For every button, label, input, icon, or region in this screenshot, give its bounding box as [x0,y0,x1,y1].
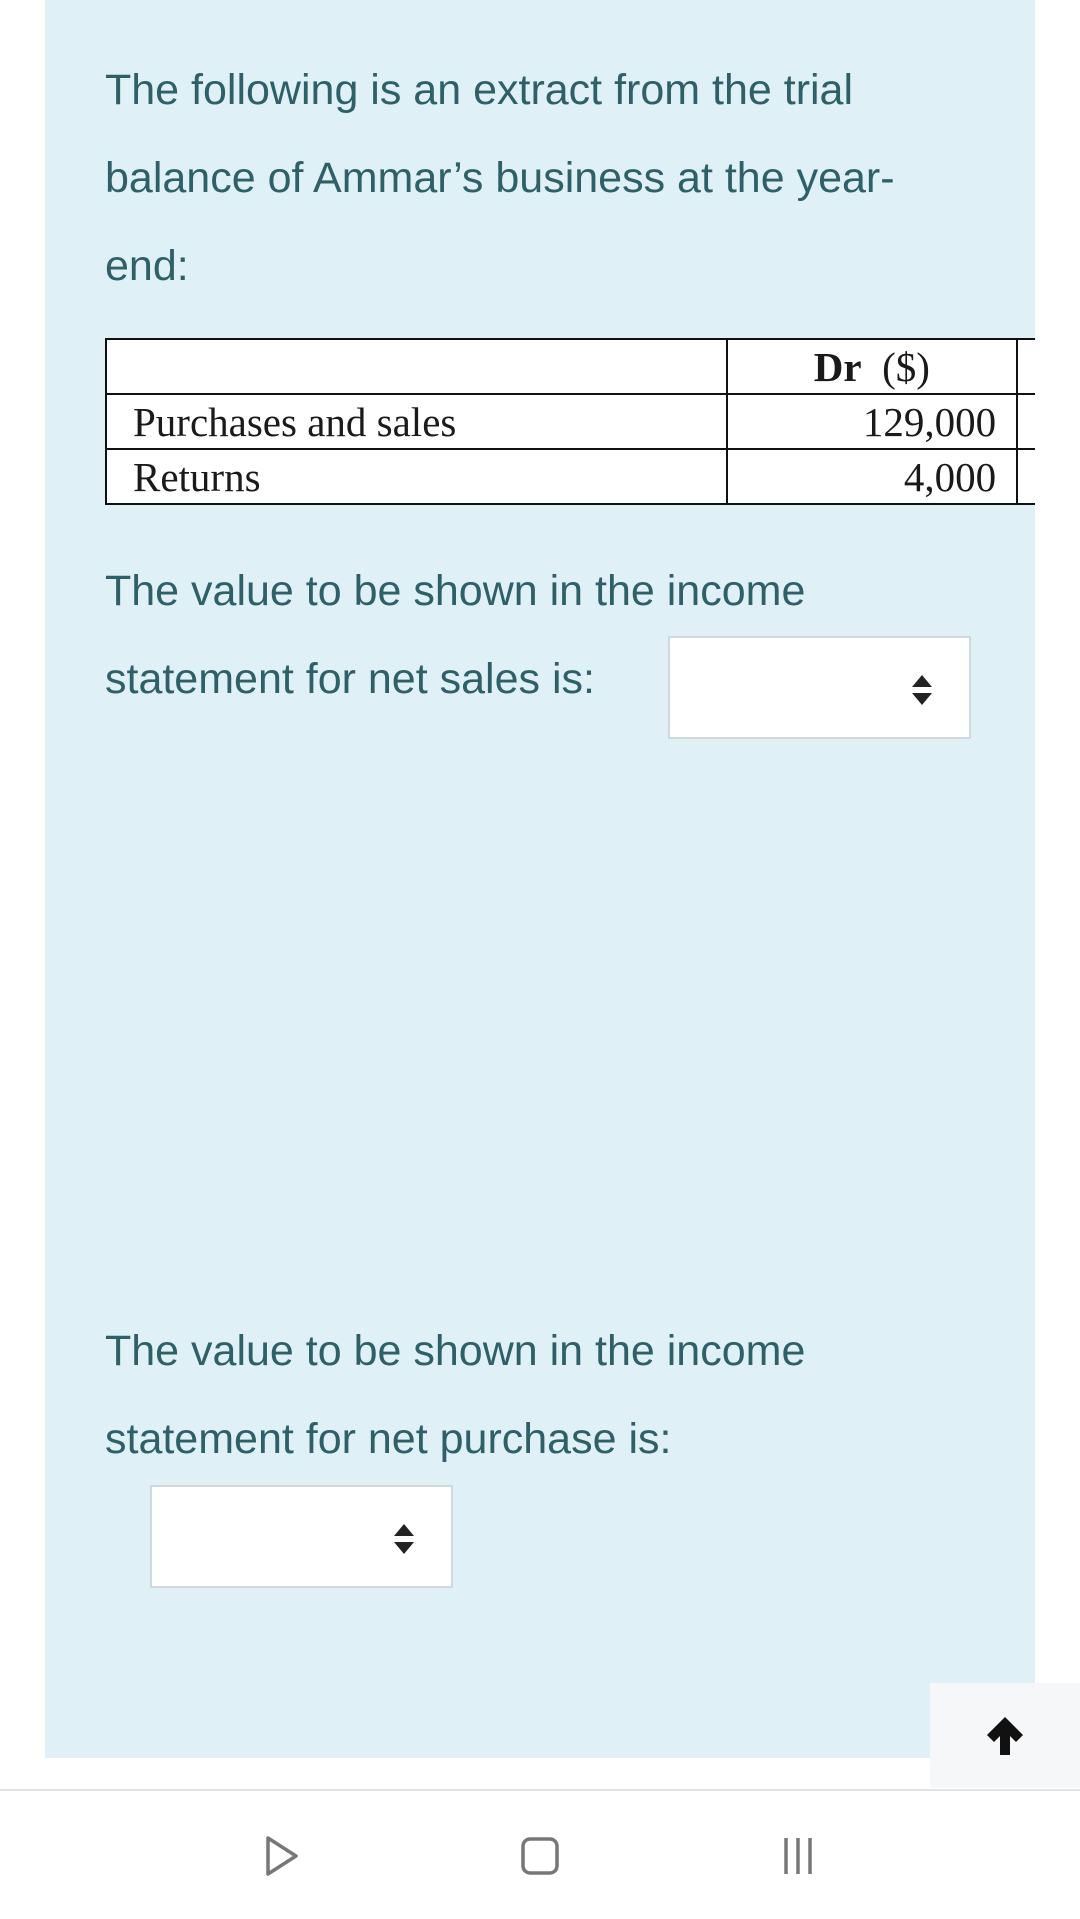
row-dr-value: 4,000 [725,448,1019,505]
recents-lines-icon [784,1838,812,1874]
trial-balance-table: Dr ($) Purchases and sales 129,000 Retur… [105,338,1035,505]
table-header-row: Dr ($) [105,338,1035,395]
row-label: Returns [105,448,728,505]
header-label-cell [105,338,728,395]
table-row: Returns 4,000 [105,448,1035,505]
arrow-up-icon [987,1716,1023,1755]
table-row: Purchases and sales 129,000 [105,393,1035,450]
question-intro: The following is an extract from the tri… [105,66,895,290]
android-navigation-bar [0,1789,1080,1919]
row-cr-cell-clipped [1016,393,1035,450]
header-dr-label: Dr [813,343,862,390]
nav-back-button[interactable] [247,1821,317,1891]
header-dr-unit: ($) [882,343,930,390]
sort-arrows-icon [912,675,932,705]
net-purchase-select[interactable] [150,1485,453,1588]
screen: The following is an extract from the tri… [0,0,1080,1919]
row-cr-cell-clipped [1016,448,1035,505]
triangle-back-icon [266,1836,298,1876]
header-dr-cell: Dr ($) [725,338,1019,395]
scroll-to-top-button[interactable] [930,1683,1080,1788]
nav-home-button[interactable] [505,1821,575,1891]
nav-recents-button[interactable] [763,1821,833,1891]
net-sales-select[interactable] [668,636,971,739]
row-dr-value: 129,000 [725,393,1019,450]
header-cr-cell-clipped [1016,338,1035,395]
question-2-text: The value to be shown in the income stat… [105,1327,806,1463]
question-panel: The following is an extract from the tri… [45,0,1035,1758]
sort-arrows-icon [394,1524,414,1554]
square-home-icon [521,1837,559,1875]
row-label: Purchases and sales [105,393,728,450]
